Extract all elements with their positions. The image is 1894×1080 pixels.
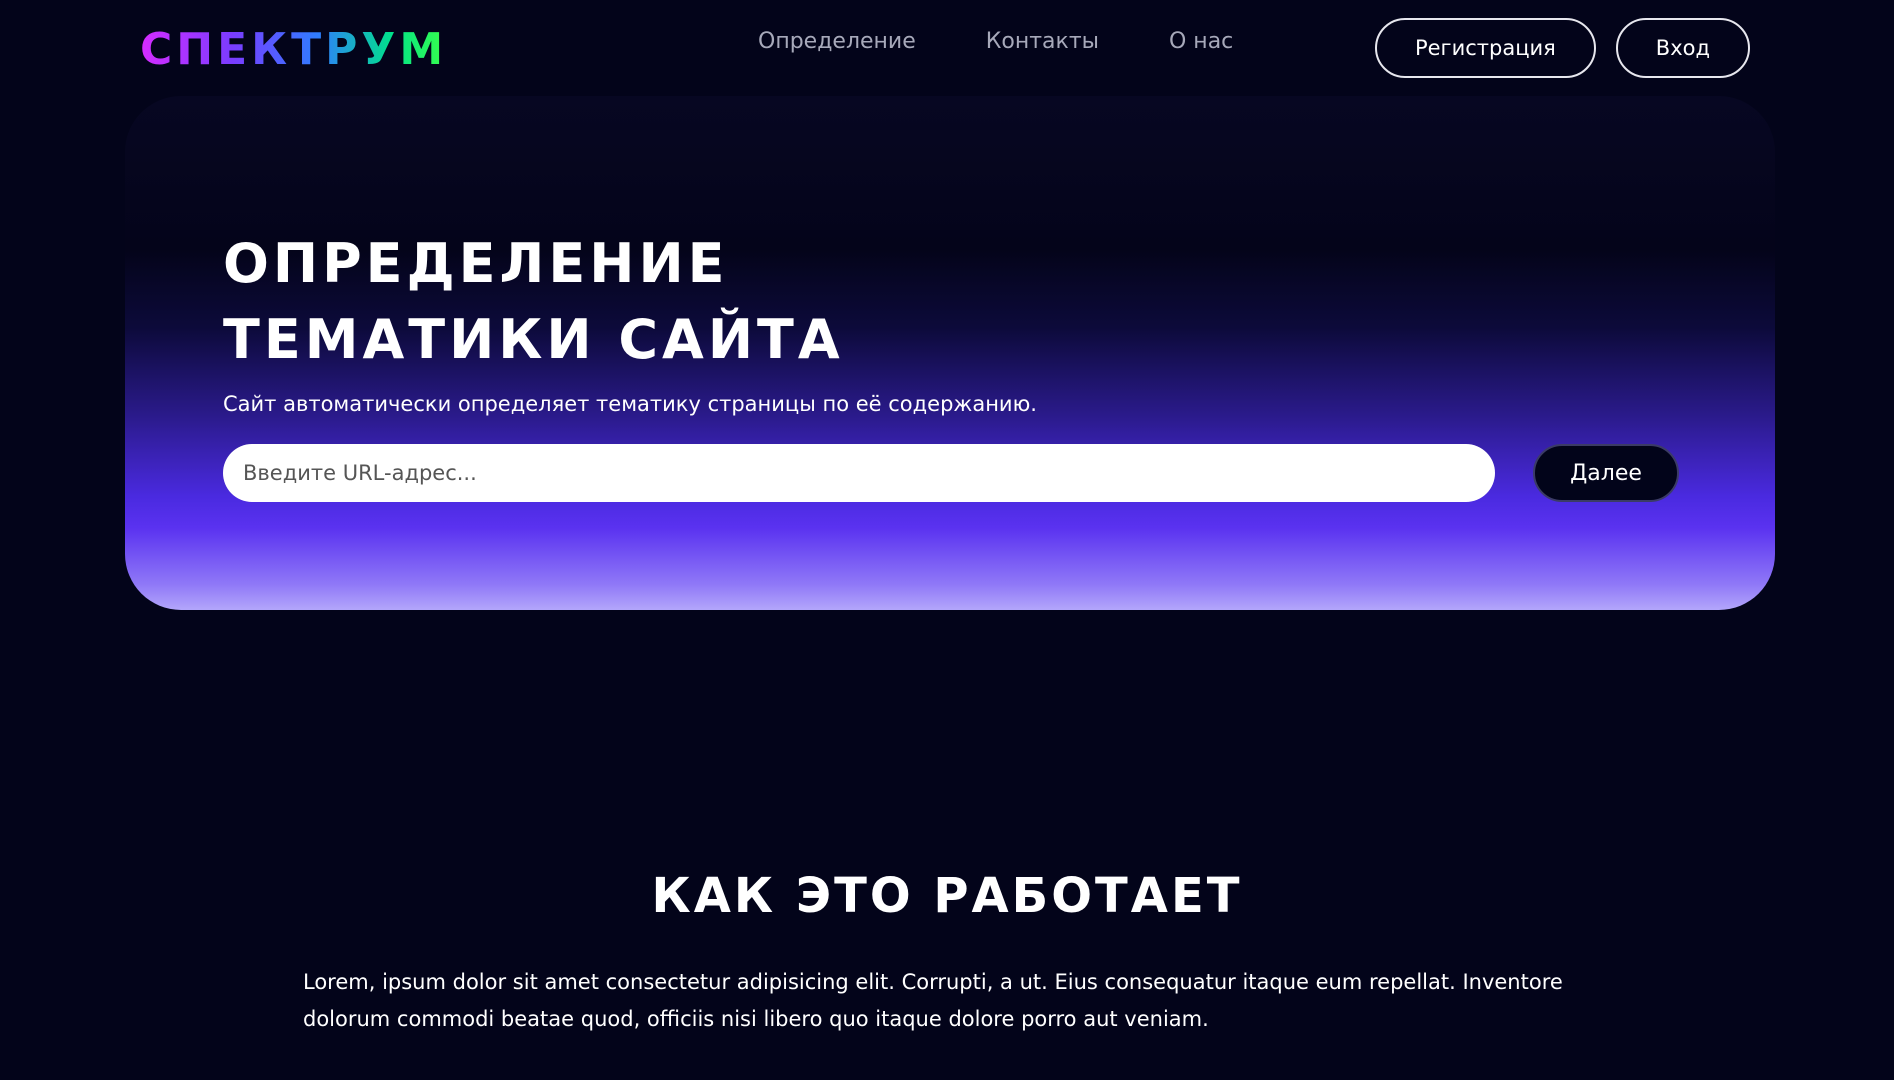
how-it-works-text: Lorem, ipsum dolor sit amet consectetur … xyxy=(303,970,1563,1031)
url-input[interactable] xyxy=(223,444,1495,502)
main-nav: Определение Контакты О нас xyxy=(758,28,1233,56)
login-button[interactable]: Вход xyxy=(1615,18,1750,78)
auth-buttons: Регистрация Вход xyxy=(1374,18,1750,78)
page: СПЕКТРУМ Определение Контакты О нас Реги… xyxy=(0,0,1894,1080)
nav-link-about[interactable]: О нас xyxy=(1169,28,1233,56)
hero-subtitle: Сайт автоматически определяет тематику с… xyxy=(223,392,1037,416)
next-button[interactable]: Далее xyxy=(1533,444,1679,502)
nav-link-definition[interactable]: Определение xyxy=(758,28,916,56)
nav-link-contacts[interactable]: Контакты xyxy=(986,28,1099,56)
hero-title: ОПРЕДЕЛЕНИЕ ТЕМАТИКИ САЙТА xyxy=(223,226,844,378)
site-logo[interactable]: СПЕКТРУМ xyxy=(140,28,447,72)
hero-title-line2: ТЕМАТИКИ САЙТА xyxy=(223,308,844,371)
register-button[interactable]: Регистрация xyxy=(1374,18,1596,78)
hero-title-line1: ОПРЕДЕЛЕНИЕ xyxy=(223,232,729,295)
how-it-works-title: КАК ЭТО РАБОТАЕТ xyxy=(651,868,1243,924)
hero-section: ОПРЕДЕЛЕНИЕ ТЕМАТИКИ САЙТА Сайт автомати… xyxy=(125,96,1775,610)
